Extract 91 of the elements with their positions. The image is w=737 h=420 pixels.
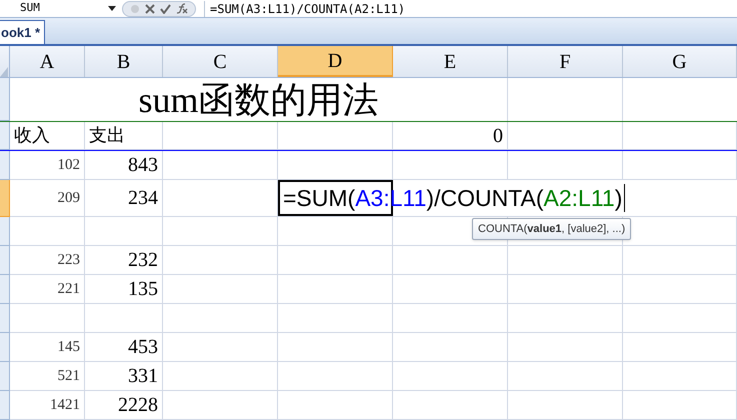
table-cell[interactable]	[508, 333, 623, 362]
table-cell[interactable]	[623, 246, 737, 275]
table-cell[interactable]: 234	[85, 180, 163, 217]
table-cell[interactable]	[278, 391, 393, 420]
column-header[interactable]: B	[85, 46, 163, 77]
table-cell[interactable]	[278, 304, 393, 333]
function-icon[interactable]	[176, 3, 188, 14]
column-header[interactable]: A	[10, 46, 85, 77]
table-cell[interactable]	[278, 275, 393, 304]
table-cell[interactable]	[393, 362, 508, 391]
table-cell[interactable]: 收入	[10, 122, 85, 150]
table-cell[interactable]: 331	[85, 362, 163, 391]
table-cell[interactable]	[623, 391, 737, 420]
table-cell[interactable]	[278, 217, 393, 246]
table-cell[interactable]	[10, 217, 85, 246]
table-cell[interactable]	[163, 246, 278, 275]
row-header[interactable]	[0, 246, 10, 275]
table-cell[interactable]	[508, 275, 623, 304]
table-cell[interactable]: 221	[10, 275, 85, 304]
table-cell[interactable]	[393, 333, 508, 362]
table-cell[interactable]: 223	[10, 246, 85, 275]
formula-input[interactable]: =SUM(A3:L11)/COUNTA(A2:L11)	[210, 0, 406, 18]
table-cell[interactable]	[508, 151, 623, 180]
table-cell[interactable]	[278, 246, 393, 275]
table-cell[interactable]	[163, 122, 278, 150]
table-cell[interactable]	[393, 151, 508, 180]
column-header[interactable]: G	[623, 46, 737, 77]
column-header[interactable]: F	[508, 46, 623, 77]
row-header[interactable]	[0, 391, 10, 420]
table-cell[interactable]: 232	[85, 246, 163, 275]
caret-icon	[108, 6, 116, 11]
table-cell[interactable]	[393, 275, 508, 304]
table-cell[interactable]	[393, 304, 508, 333]
row-header[interactable]	[0, 180, 10, 217]
table-cell[interactable]	[623, 122, 737, 150]
table-cell[interactable]	[623, 333, 737, 362]
table-cell[interactable]	[163, 391, 278, 420]
table-cell[interactable]	[163, 304, 278, 333]
table-cell[interactable]	[623, 304, 737, 333]
table-cell[interactable]	[508, 391, 623, 420]
table-cell[interactable]	[163, 275, 278, 304]
table-cell[interactable]: 843	[85, 151, 163, 180]
table-cell[interactable]: 2228	[85, 391, 163, 420]
table-cell[interactable]	[85, 217, 163, 246]
row-header[interactable]	[0, 275, 10, 304]
table-cell[interactable]	[10, 304, 85, 333]
name-box[interactable]: SUM	[0, 0, 120, 18]
table-cell[interactable]	[163, 151, 278, 180]
table-cell[interactable]	[508, 246, 623, 275]
table-cell[interactable]	[623, 151, 737, 180]
row-header[interactable]	[0, 333, 10, 362]
table-cell[interactable]: 135	[85, 275, 163, 304]
row-header[interactable]	[0, 122, 10, 150]
table-cell[interactable]: 453	[85, 333, 163, 362]
row-header[interactable]	[0, 217, 10, 246]
row-header[interactable]	[0, 151, 10, 180]
table-cell[interactable]	[508, 304, 623, 333]
table-cell[interactable]	[278, 362, 393, 391]
table-cell[interactable]: 支出	[85, 122, 163, 150]
select-all-icon[interactable]	[0, 67, 8, 77]
table-cell[interactable]: 1421	[10, 391, 85, 420]
circle-icon[interactable]	[130, 4, 140, 14]
row-header[interactable]	[0, 78, 10, 121]
row-header[interactable]	[0, 304, 10, 333]
table-cell[interactable]	[393, 246, 508, 275]
table-cell[interactable]	[508, 122, 623, 150]
table-cell[interactable]	[508, 362, 623, 391]
row-header[interactable]	[0, 362, 10, 391]
column-header[interactable]: D	[278, 46, 393, 77]
close-icon[interactable]	[144, 4, 155, 14]
table-cell[interactable]: 209	[10, 180, 85, 217]
table-cell[interactable]	[623, 362, 737, 391]
table-cell[interactable]: 145	[10, 333, 85, 362]
sheet-title: sum函数的用法	[138, 82, 378, 118]
table-cell[interactable]	[163, 180, 278, 217]
table-cell[interactable]	[85, 304, 163, 333]
table-cell[interactable]	[393, 391, 508, 420]
table-cell[interactable]: 521	[10, 362, 85, 391]
table-cell[interactable]	[278, 333, 393, 362]
table-cell[interactable]	[163, 333, 278, 362]
workbook-tab[interactable]: ook1 *	[0, 20, 46, 44]
table-cell[interactable]	[163, 217, 278, 246]
table-cell[interactable]	[163, 362, 278, 391]
check-icon[interactable]	[160, 4, 172, 14]
table-cell[interactable]	[278, 122, 393, 150]
column-header[interactable]: E	[393, 46, 508, 77]
table-cell[interactable]: 0	[393, 122, 508, 150]
table-cell[interactable]	[623, 275, 737, 304]
table-cell[interactable]: 102	[10, 151, 85, 180]
function-tooltip: COUNTA(value1, [value2], ...)	[472, 218, 632, 240]
table-cell[interactable]	[278, 151, 393, 180]
